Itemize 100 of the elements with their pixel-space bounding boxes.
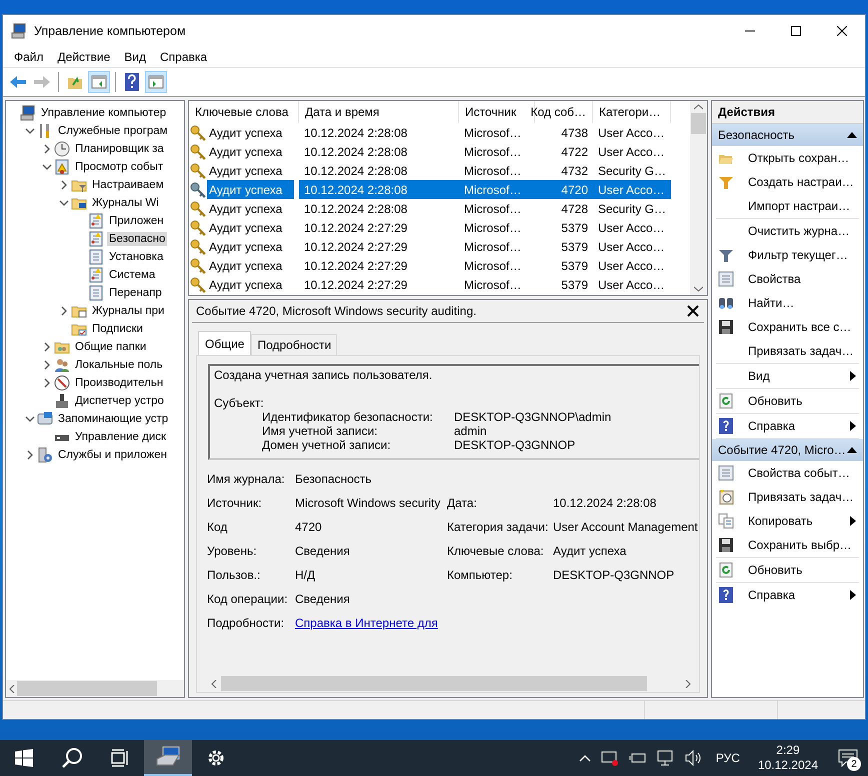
action-item[interactable]: Очистить журна… [748,224,859,238]
column-header[interactable]: Дата и время [299,101,459,123]
expand-chevron-icon[interactable] [42,378,52,388]
action-item[interactable]: Сохранить все с… [748,320,859,334]
table-cell-text: 10.12.2024 2:28:08 [303,124,408,142]
menu-item[interactable]: Вид [117,48,153,66]
action-item[interactable]: Свойства событ… [748,466,859,480]
expand-chevron-icon[interactable] [25,450,35,460]
action-item[interactable]: Создать настраи… [748,175,859,189]
tree-item[interactable]: Планировщик за [73,142,166,156]
chevron-up-icon[interactable] [578,754,591,762]
column-header[interactable]: Ключевые слова [189,101,299,123]
scrollbar-thumb[interactable] [17,681,157,696]
help-link[interactable]: Справка в Интернете для [295,616,438,630]
field-value: Microsoft Windows security [295,496,442,510]
tab[interactable]: Подробности [251,334,338,355]
gear-icon [206,748,226,768]
expand-chevron-icon[interactable] [59,306,69,316]
vertical-scrollbar[interactable] [690,101,707,295]
volume-icon[interactable] [684,750,703,766]
tree-item[interactable]: Установка [107,250,166,264]
action-item[interactable]: Справка [748,588,849,602]
notification-icon[interactable] [838,749,858,767]
expand-chevron-icon[interactable] [59,180,69,190]
scroll-down-icon[interactable] [694,286,703,292]
action-item[interactable]: Свойства [748,272,859,286]
close-icon[interactable] [686,304,700,318]
field-label: Код операции: [207,592,289,606]
collapse-chevron-icon[interactable] [25,414,35,424]
action-item[interactable]: Найти… [748,296,859,310]
action-item[interactable]: Импорт настраи… [748,199,859,213]
scroll-right-icon[interactable] [685,680,691,688]
language-indicator[interactable]: РУС [708,751,748,765]
action-item[interactable]: Сохранить выбр… [748,538,859,552]
maximize-icon[interactable] [791,26,801,36]
tree-item[interactable]: Журналы Wi [90,196,161,210]
tree-item[interactable]: Диспетчер устро [73,394,166,408]
collapse-chevron-icon[interactable] [59,198,69,208]
collapse-arrow-icon[interactable] [847,132,857,138]
action-item[interactable]: Справка [748,419,849,433]
menu-item[interactable]: Действие [50,48,118,66]
field-value: 4720 [295,520,323,534]
action-item[interactable]: Фильтр текущег… [748,248,859,262]
horizontal-scrollbar[interactable] [6,680,184,697]
scroll-up-icon[interactable] [694,104,703,110]
scrollbar-thumb[interactable] [691,113,706,134]
show-tree-button[interactable] [88,71,110,93]
battery-icon[interactable] [628,751,647,765]
tree-item[interactable]: Запоминающие устр [56,412,170,426]
action-item[interactable]: Копировать [748,514,849,528]
monitor-alert-icon[interactable] [600,750,619,766]
tree-item[interactable]: Просмотр событ [73,160,166,174]
filter-icon [718,247,734,263]
scroll-left-icon[interactable] [9,684,15,692]
menu-item[interactable]: Файл [7,48,51,66]
field-label: Код [207,520,228,534]
section-header[interactable]: Безопасность [712,124,863,146]
tree-item[interactable]: Подписки [90,322,145,336]
tree-item[interactable]: Службы и приложен [56,448,169,462]
table-cell: Microsof… [459,180,535,199]
section-header[interactable]: Событие 4720, Micro… [712,439,863,461]
tree-item[interactable]: Приложен [107,214,166,228]
scrollbar-thumb[interactable] [221,676,647,691]
menu-item[interactable]: Справка [153,48,214,66]
tree-item[interactable]: Настраиваем [90,178,166,192]
field-value: Безопасность [295,472,373,486]
tree-item[interactable]: Общие папки [73,340,148,354]
network-icon[interactable] [656,750,675,766]
tree-item[interactable]: Управление диск [73,430,168,444]
field-value: admin [454,424,488,438]
tree-item[interactable]: Безопасно [107,232,168,246]
column-header[interactable]: Категори… [593,101,671,123]
expand-chevron-icon[interactable] [42,342,52,352]
tree-item[interactable]: Перенапр [107,286,164,300]
close-icon[interactable] [837,26,847,36]
table-cell-text: Microsof… [463,144,522,160]
tab[interactable]: Общие [198,331,252,355]
table-cell-text: Аудит успеха [208,200,284,218]
action-item[interactable]: Открыть сохран… [748,151,859,165]
collapse-chevron-icon[interactable] [42,162,52,172]
table-cell-text: 10.12.2024 2:28:08 [303,144,408,160]
action-item[interactable]: Привязать задач… [748,344,859,358]
action-item[interactable]: Обновить [748,563,859,577]
collapse-arrow-icon[interactable] [847,447,857,453]
collapse-chevron-icon[interactable] [25,126,35,136]
action-item[interactable]: Вид [748,369,849,383]
clock[interactable]: 2:29 10.12.2024 [748,743,828,773]
tree-item[interactable]: Система [107,268,158,282]
taskbar-app-button[interactable] [144,740,192,776]
action-item[interactable]: Обновить [748,394,859,408]
tree-item[interactable]: Служебные програм [56,124,170,138]
expand-chevron-icon[interactable] [42,360,52,370]
tree-item[interactable]: Управление компьютер [39,106,168,120]
expand-chevron-icon[interactable] [42,144,52,154]
tree-item[interactable]: Локальные поль [73,358,165,372]
tree-item[interactable]: Журналы при [90,304,166,318]
scroll-left-icon[interactable] [211,680,217,688]
tree-item[interactable]: Производительн [73,376,166,390]
show-actions-button[interactable] [145,71,167,93]
action-item[interactable]: Привязать задач… [748,490,859,504]
